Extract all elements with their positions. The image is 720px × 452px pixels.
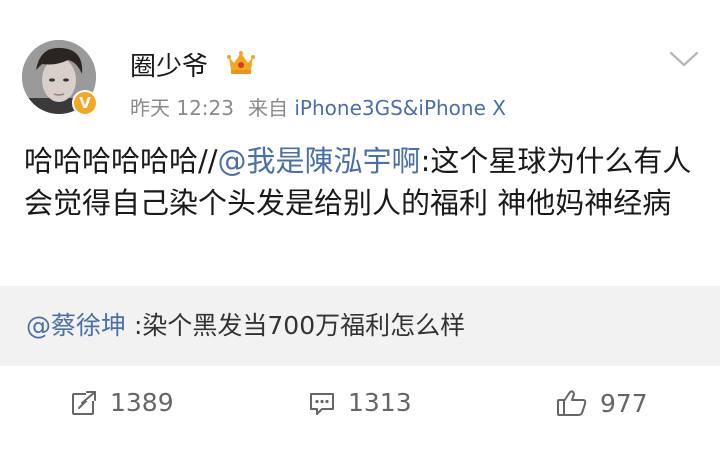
post-meta: 昨天 12:23 来自 iPhone3GS&iPhone X bbox=[130, 92, 506, 121]
verified-v-icon: V bbox=[72, 90, 98, 116]
retweet-body: :染个黑发当700万福利怎么样 bbox=[126, 311, 466, 340]
comment-icon bbox=[310, 392, 334, 415]
repost-count: 1389 bbox=[110, 388, 174, 417]
source-device-link[interactable]: iPhone3GS&iPhone X bbox=[294, 96, 506, 120]
repost-button[interactable]: 1389 bbox=[70, 388, 174, 417]
comment-button[interactable]: 1313 bbox=[308, 388, 412, 417]
post-text: 哈哈哈哈哈哈//@我是陳泓宇啊:这个星球为什么有人会觉得自己染个头发是给别人的福… bbox=[24, 140, 704, 224]
retweet-box[interactable]: @蔡徐坤 :染个黑发当700万福利怎么样 bbox=[0, 286, 720, 366]
post-time: 昨天 12:23 bbox=[130, 96, 234, 120]
action-bar: 1389 1313 977 bbox=[0, 366, 720, 452]
mention-link[interactable]: @我是陳泓宇啊 bbox=[218, 144, 421, 178]
vip-crown-icon bbox=[227, 51, 255, 74]
repost-icon bbox=[72, 389, 97, 415]
weibo-post: V 圈少爷 昨天 12:23 来自 iPhone3GS&iPhone X 哈哈哈哈… bbox=[0, 0, 720, 452]
comment-count: 1313 bbox=[348, 388, 412, 417]
retweet-mention-link[interactable]: @蔡徐坤 bbox=[26, 311, 126, 340]
like-count: 977 bbox=[600, 388, 648, 418]
post-text-main: 哈哈哈哈哈哈// bbox=[24, 144, 218, 178]
retweet-text: @蔡徐坤 :染个黑发当700万福利怎么样 bbox=[26, 306, 465, 342]
chevron-down-icon[interactable] bbox=[668, 48, 700, 70]
like-button[interactable]: 977 bbox=[556, 388, 648, 418]
source-label: 来自 bbox=[248, 96, 288, 120]
thumbs-up-icon bbox=[557, 390, 587, 416]
author-name[interactable]: 圈少爷 bbox=[130, 46, 208, 83]
